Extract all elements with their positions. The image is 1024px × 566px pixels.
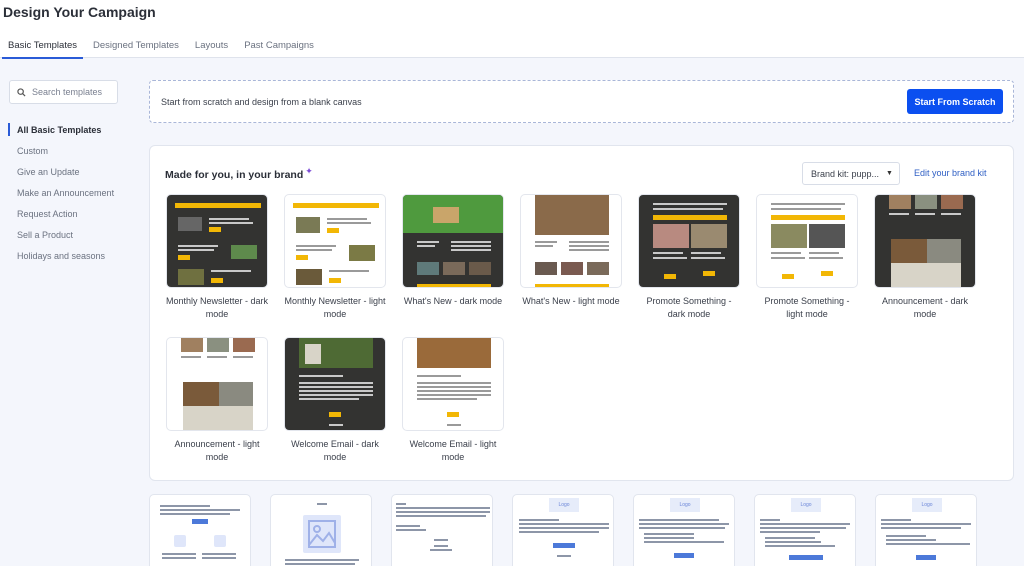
brand-section-title: Made for you, in your brand ✦ [165,166,313,181]
template-card[interactable]: Announcement - dark mode [873,194,977,321]
template-label: What's New - dark mode [403,296,503,306]
search-box[interactable] [9,80,118,104]
sidebar-item-make-an-announcement[interactable]: Make an Announcement [8,185,114,206]
tab-layouts[interactable]: Layouts [187,38,236,58]
template-card[interactable]: What's New - dark mode [401,194,505,308]
sidebar-item-custom[interactable]: Custom [8,143,114,164]
layout-card[interactable]: Logo [512,494,614,566]
template-thumbnail [756,194,858,288]
logo-placeholder: Logo [670,498,700,512]
template-thumbnail [638,194,740,288]
sidebar-item-request-action[interactable]: Request Action [8,206,114,227]
logo-placeholder: Logo [549,498,579,512]
tab-designed-templates[interactable]: Designed Templates [85,38,187,58]
layout-card[interactable]: Logo [875,494,977,566]
start-from-scratch-banner: Start from scratch and design from a bla… [149,80,1014,123]
sparkle-icon: ✦ [305,166,313,176]
tab-bar: Basic Templates Designed Templates Layou… [0,38,322,59]
layout-card[interactable] [391,494,493,566]
layout-card[interactable] [270,494,372,566]
template-thumbnail [402,194,504,288]
top-bar: Design Your Campaign Basic Templates Des… [0,0,1024,59]
template-label: Promote Something - light mode [764,296,850,319]
layout-card[interactable]: Logo [633,494,735,566]
template-thumbnail [284,337,386,431]
brand-title-text: Made for you, in your brand [165,169,304,181]
template-label: Welcome Email - dark mode [291,439,379,462]
sidebar-item-all-basic-templates[interactable]: All Basic Templates [8,122,114,143]
edit-brand-kit-link[interactable]: Edit your brand kit [914,168,987,178]
tab-basic-templates[interactable]: Basic Templates [0,38,85,59]
template-card[interactable]: Welcome Email - dark mode [283,337,387,464]
caret-down-icon: ▼ [886,170,893,177]
layout-card[interactable] [149,494,251,566]
template-label: Monthly Newsletter - light mode [284,296,386,319]
template-label: Announcement - light mode [174,439,260,462]
template-card[interactable]: Promote Something - dark mode [637,194,741,321]
image-placeholder-icon [303,515,341,553]
start-from-scratch-button[interactable]: Start From Scratch [907,89,1003,114]
page-title: Design Your Campaign [3,4,156,20]
sidebar-item-sell-a-product[interactable]: Sell a Product [8,227,114,248]
category-nav: All Basic Templates Custom Give an Updat… [8,122,114,269]
brand-kit-select[interactable]: Brand kit: pupp... ▼ [802,162,900,185]
template-thumbnail [520,194,622,288]
brand-kit-value: Brand kit: pupp... [811,168,880,179]
template-card[interactable]: Promote Something - light mode [755,194,859,321]
template-thumbnail [284,194,386,288]
search-icon [17,87,26,97]
template-label: Announcement - dark mode [881,296,969,319]
tab-past-campaigns[interactable]: Past Campaigns [236,38,322,58]
template-card[interactable]: What's New - light mode [519,194,623,308]
sidebar-item-give-an-update[interactable]: Give an Update [8,164,114,185]
logo-placeholder: Logo [791,498,821,512]
image-placeholder-icon [214,535,226,547]
template-label: Welcome Email - light mode [409,439,497,462]
logo-placeholder: Logo [912,498,942,512]
brand-templates-panel: Made for you, in your brand ✦ Brand kit: … [149,145,1014,481]
template-label: Promote Something - dark mode [646,296,732,319]
template-thumbnail [166,194,268,288]
template-label: What's New - light mode [522,296,620,306]
scratch-description: Start from scratch and design from a bla… [161,97,362,107]
template-thumbnail [874,194,976,288]
template-label: Monthly Newsletter - dark mode [165,296,269,319]
sidebar-item-holidays-and-seasons[interactable]: Holidays and seasons [8,248,114,269]
layout-card[interactable]: Logo [754,494,856,566]
template-card[interactable]: Monthly Newsletter - light mode [283,194,387,321]
template-card[interactable]: Announcement - light mode [165,337,269,464]
template-thumbnail [166,337,268,431]
search-input[interactable] [32,87,112,97]
template-thumbnail [402,337,504,431]
template-card[interactable]: Monthly Newsletter - dark mode [165,194,269,321]
image-placeholder-icon [174,535,186,547]
template-card[interactable]: Welcome Email - light mode [401,337,505,464]
